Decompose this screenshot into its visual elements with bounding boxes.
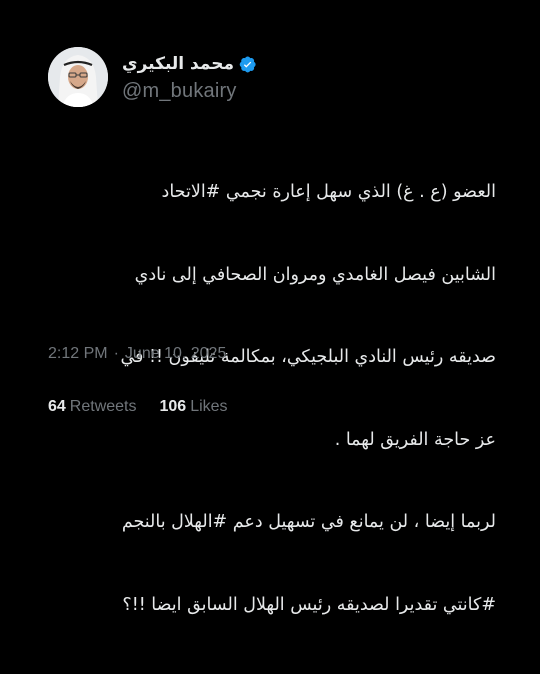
tweet-time: 2:12 PM [48,345,108,362]
timestamp-separator: · [113,345,119,362]
tweet-text-line: لربما إيضا ، لن يمانع في تسهيل دعم #الهل… [121,512,496,532]
avatar[interactable] [48,47,108,107]
tweet-text-line: #كانتي تقديرا لصديقه رئيس الهلال السابق … [122,594,496,615]
retweets-label: Retweets [69,398,137,415]
engagement-stats: 64 Retweets 106 Likes [48,398,251,416]
tweet-date: June 10, 2025 [124,345,227,362]
author-handle[interactable]: @m_bukairy [122,80,237,103]
likes-count: 106 [159,398,187,415]
author-name-row: محمد البكيري [122,54,257,74]
author-display-name[interactable]: محمد البكيري [122,54,234,74]
tweet-text-line: عز حاجة الفريق لهما . [334,429,496,450]
tweet-text-line: العضو (ع . غ) الذي سهل إعارة نجمي #الاتح… [161,182,496,202]
retweets-count: 64 [48,398,66,415]
likes-stat[interactable]: 106 Likes [160,398,228,416]
retweets-stat[interactable]: 64 Retweets [48,398,137,416]
tweet-card: محمد البكيري @m_bukairy العضو (ع . غ) ال… [0,0,540,615]
avatar-image [48,47,108,107]
tweet-timestamp[interactable]: 2:12 PM · June 10, 2025 [48,345,226,363]
likes-label: Likes [190,398,228,415]
tweet-text-line: الشابين فيصل الغامدي ومروان الصحافي إلى … [134,264,496,285]
verified-badge-icon [238,55,257,74]
